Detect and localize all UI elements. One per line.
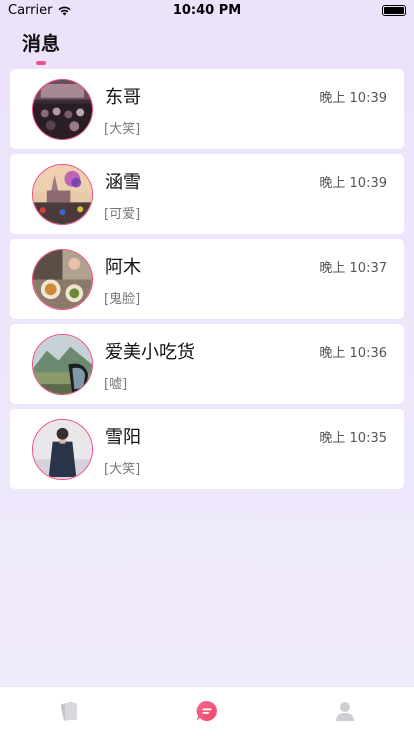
message-preview: [可爱] — [104, 207, 141, 222]
contact-name: 阿木 — [105, 257, 141, 278]
avatar[interactable] — [32, 79, 93, 140]
mountain-car-mirror-photo — [33, 335, 92, 394]
tab-profile[interactable] — [333, 699, 357, 723]
title-underline-indicator — [36, 61, 46, 65]
concert-crowd-photo — [33, 80, 92, 139]
avatar[interactable] — [32, 249, 93, 310]
message-preview: [大笑] — [104, 462, 141, 477]
status-time: 10:40 PM — [172, 3, 242, 18]
message-time: 晚上 10:39 — [319, 91, 387, 106]
battery-icon — [382, 5, 406, 16]
message-time: 晚上 10:37 — [319, 261, 387, 276]
status-bar: Carrier 10:40 PM — [0, 0, 414, 22]
tab-cards[interactable] — [57, 699, 81, 723]
message-time: 晚上 10:39 — [319, 176, 387, 191]
message-row[interactable]: 阿木 晚上 10:37 [鬼脸] — [10, 239, 404, 319]
contact-name: 雪阳 — [105, 427, 141, 448]
chat-bubble-icon — [196, 700, 217, 721]
message-row[interactable]: 雪阳 晚上 10:35 [大笑] — [10, 409, 404, 489]
tab-bar — [0, 686, 414, 736]
page-title: 消息 — [22, 33, 61, 55]
message-list: 东哥 晚上 10:39 [大笑] 涵雪 晚上 10:39 [可爱] 阿木 晚上 … — [10, 69, 404, 494]
message-preview: [鬼脸] — [104, 292, 141, 307]
message-row[interactable]: 爱美小吃货 晚上 10:36 [嘘] — [10, 324, 404, 404]
person-in-coat-photo — [33, 420, 92, 479]
tab-messages[interactable] — [195, 699, 219, 723]
food-table-photo — [33, 250, 92, 309]
message-preview: [大笑] — [104, 122, 141, 137]
contact-name: 爱美小吃货 — [105, 342, 195, 363]
contact-name: 东哥 — [105, 87, 141, 108]
castle-fireworks-photo — [33, 165, 92, 224]
avatar[interactable] — [32, 419, 93, 480]
cards-icon — [60, 702, 77, 721]
message-row[interactable]: 东哥 晚上 10:39 [大笑] — [10, 69, 404, 149]
message-row[interactable]: 涵雪 晚上 10:39 [可爱] — [10, 154, 404, 234]
message-time: 晚上 10:35 — [319, 431, 387, 446]
profile-icon — [336, 702, 354, 721]
contact-name: 涵雪 — [105, 172, 141, 193]
avatar[interactable] — [32, 334, 93, 395]
avatar[interactable] — [32, 164, 93, 225]
message-preview: [嘘] — [104, 377, 128, 392]
message-time: 晚上 10:36 — [319, 346, 387, 361]
